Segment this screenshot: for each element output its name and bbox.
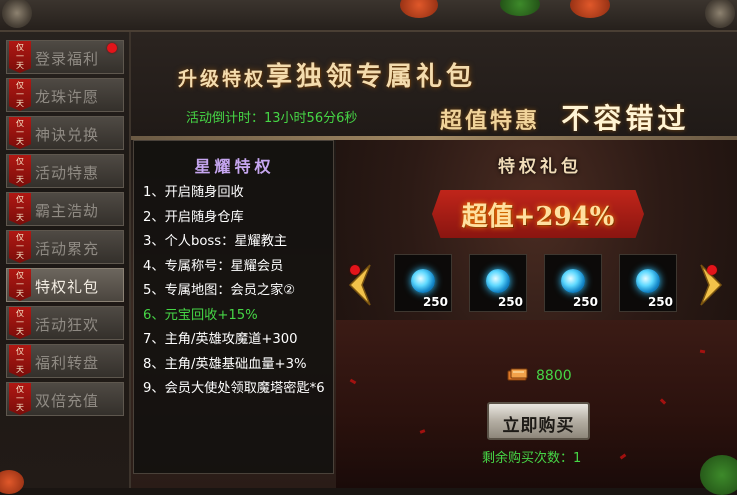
sidebar-item-double-recharge[interactable]: 仅一天 双倍充值 — [6, 382, 124, 416]
one-day-tag: 仅一天 — [9, 155, 31, 187]
ingot-icon — [507, 368, 528, 381]
privilege-item-highlight: 6、元宝回收+15% — [143, 307, 258, 323]
item-count: 250 — [647, 295, 673, 309]
privilege-item: 3、个人boss：星耀教主 — [143, 234, 288, 249]
blue-gem-icon — [486, 269, 510, 293]
one-day-tag: 仅一天 — [9, 231, 31, 263]
sidebar-item-lucky-wheel[interactable]: 仅一天 福利转盘 — [6, 344, 124, 378]
sidebar-item-secret-exchange[interactable]: 仅一天 神诀兑换 — [6, 116, 124, 150]
blue-gem-icon — [561, 269, 585, 293]
blue-gem-icon — [411, 269, 435, 293]
one-day-tag: 仅一天 — [9, 117, 31, 149]
sidebar-item-label: 活动特惠 — [35, 164, 100, 182]
one-day-tag: 仅一天 — [9, 193, 31, 225]
slogan: 超值特惠 不容错过 — [440, 102, 690, 135]
ribbon-text: 超值+294% — [461, 202, 615, 232]
petal-effect — [699, 349, 706, 354]
sidebar-item-overlord-calamity[interactable]: 仅一天 霸主浩劫 — [6, 192, 124, 226]
blue-gem-icon — [636, 269, 660, 293]
price-label: 8800 — [536, 368, 572, 384]
sidebar-item-login-bonus[interactable]: 仅一天 登录福利 — [6, 40, 124, 74]
buy-now-label: 立即购买 — [502, 416, 575, 436]
reward-slot[interactable]: 250 — [544, 254, 602, 312]
reward-slot[interactable]: 250 — [394, 254, 452, 312]
sidebar-item-label: 霸主浩劫 — [35, 202, 100, 220]
one-day-tag: 仅一天 — [9, 307, 31, 339]
privilege-item: 8、主角/英雄基础血量+3% — [143, 356, 307, 372]
sidebar-item-event-carnival[interactable]: 仅一天 活动狂欢 — [6, 306, 124, 340]
sidebar-item-label: 登录福利 — [35, 50, 100, 68]
sidebar-item-label: 活动狂欢 — [35, 316, 100, 334]
item-count: 250 — [422, 295, 448, 309]
notification-dot — [707, 265, 717, 275]
sidebar: 仅一天 登录福利 仅一天 龙珠许愿 仅一天 神诀兑换 仅一天 活动特惠 仅一天 … — [3, 38, 125, 418]
one-day-tag: 仅一天 — [9, 41, 31, 73]
notification-dot — [107, 43, 117, 53]
privilege-item: 5、专属地图：会员之家② — [143, 283, 296, 298]
one-day-tag: 仅一天 — [9, 345, 31, 377]
gift-title: 特权礼包 — [498, 157, 582, 177]
privilege-item: 7、主角/英雄攻魔道+300 — [143, 332, 298, 347]
buy-now-button[interactable]: 立即购买 — [487, 402, 590, 440]
item-count: 250 — [497, 295, 523, 309]
privilege-item: 1、开启随身回收 — [143, 185, 244, 200]
privileges-title: 星耀特权 — [194, 157, 275, 176]
flower-decoration-bottom — [0, 470, 24, 494]
notification-dot — [350, 265, 360, 275]
sidebar-item-cumulative-recharge[interactable]: 仅一天 活动累充 — [6, 230, 124, 264]
sidebar-item-event-deals[interactable]: 仅一天 活动特惠 — [6, 154, 124, 188]
one-day-tag: 仅一天 — [9, 79, 31, 111]
privileges-list: 1、开启随身回收 2、开启随身仓库 3、个人boss：星耀教主 4、专属称号：星… — [143, 181, 329, 402]
sidebar-item-label: 福利转盘 — [35, 354, 100, 372]
sidebar-item-label: 活动累充 — [35, 240, 100, 258]
sidebar-item-label: 神诀兑换 — [35, 126, 100, 144]
sidebar-item-label: 龙珠许愿 — [35, 88, 100, 106]
privilege-item: 4、专属称号：星耀会员 — [143, 258, 284, 274]
reward-slot[interactable]: 250 — [469, 254, 527, 312]
privileges-panel: 星耀特权 1、开启随身回收 2、开启随身仓库 3、个人boss：星耀教主 4、专… — [133, 140, 334, 474]
countdown-timer: 活动倒计时：13小时56分6秒 — [186, 111, 358, 126]
sidebar-item-dragon-wish[interactable]: 仅一天 龙珠许愿 — [6, 78, 124, 112]
sidebar-item-label: 双倍充值 — [35, 392, 100, 410]
privilege-item: 9、会员大使处领取魔塔密匙*6 — [143, 381, 325, 396]
leaf-decoration-bottom — [700, 455, 737, 495]
sidebar-item-label: 特权礼包 — [35, 278, 100, 296]
banner-title: 升级特权享独领专属礼包 — [178, 62, 477, 92]
top-bar — [0, 0, 737, 32]
reward-slot[interactable]: 250 — [619, 254, 677, 312]
item-count: 250 — [572, 295, 598, 309]
one-day-tag: 仅一天 — [9, 269, 31, 301]
remaining-purchases: 剩余购买次数：1 — [482, 451, 582, 466]
one-day-tag: 仅一天 — [9, 383, 31, 415]
sidebar-item-privilege-pack[interactable]: 仅一天 特权礼包 — [6, 268, 124, 302]
privilege-item: 2、开启随身仓库 — [143, 209, 244, 225]
